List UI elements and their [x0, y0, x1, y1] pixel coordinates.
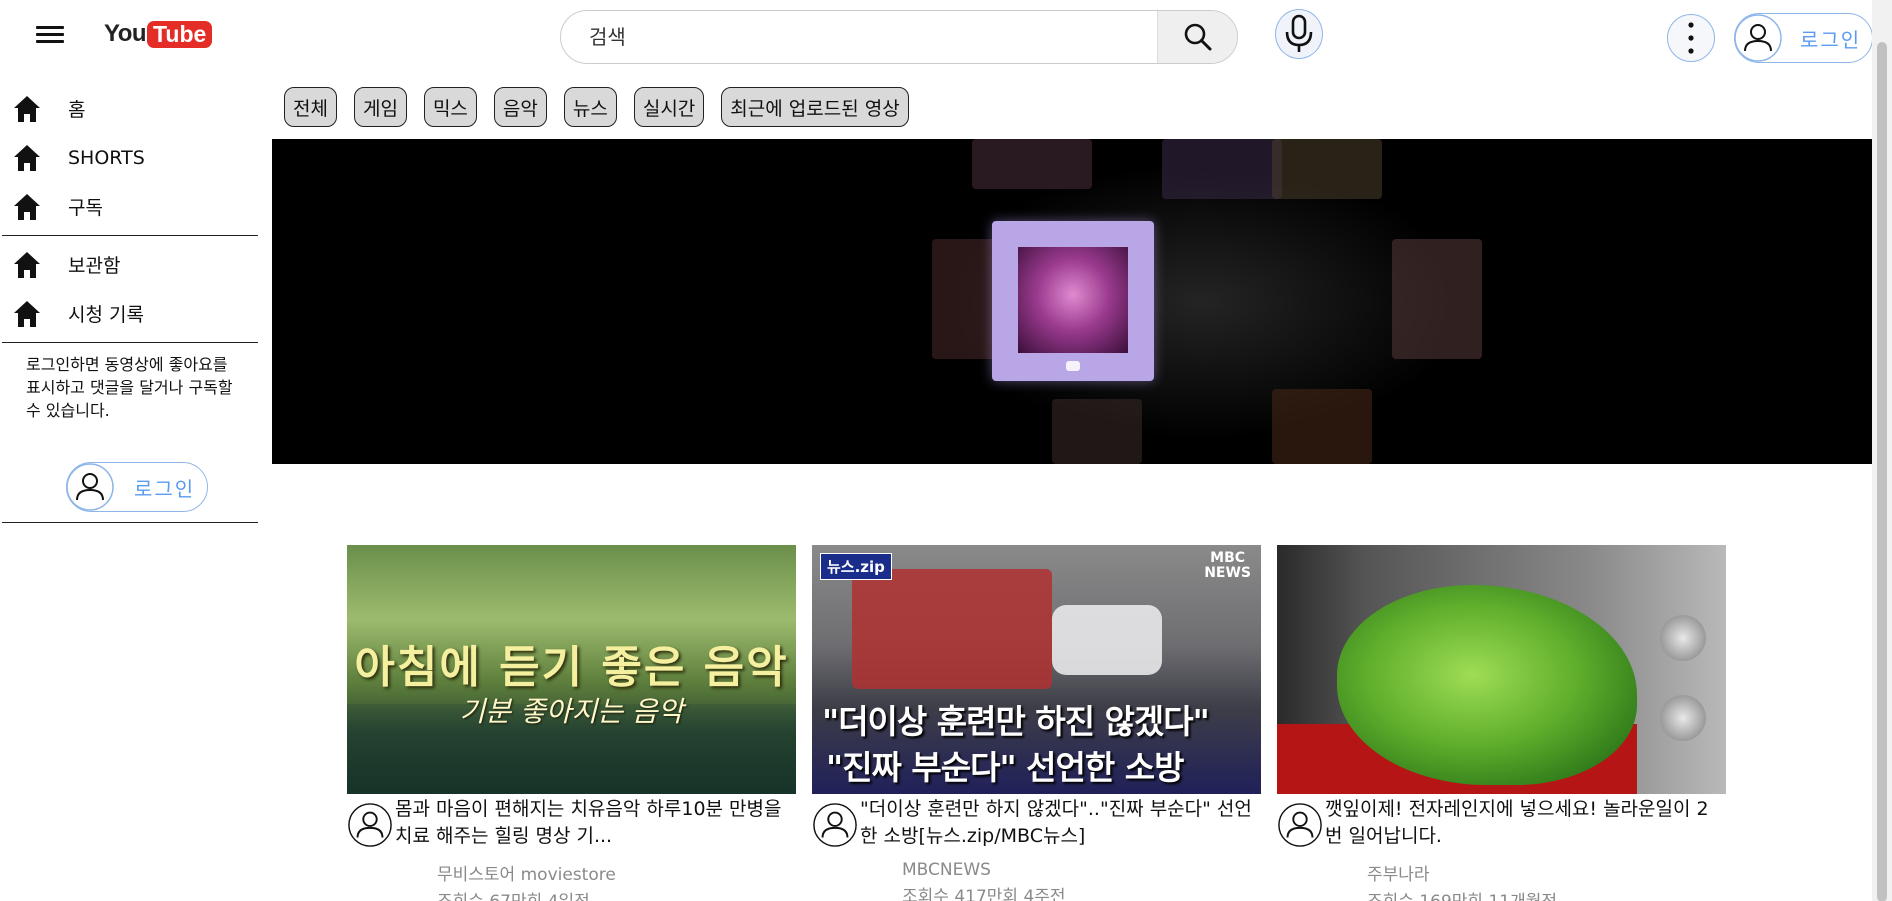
video-title[interactable]: 몸과 마음이 편해지는 치유음악 하루10분 만병을 치료 해주는 힐링 명상 … [395, 796, 796, 850]
thumbnail-leaves-image [1337, 585, 1637, 785]
video-card[interactable]: 깻잎이제! 전자레인지에 넣으세요! 놀라운일이 2번 일어납니다. 주부나라 … [1277, 545, 1726, 901]
mbc-logo-text: MBC [1210, 550, 1246, 566]
thumbnail-badge: 뉴스.zip [820, 553, 892, 580]
sidebar-item-label: 시청 기록 [68, 304, 144, 326]
thumbnail-car-image [1052, 605, 1162, 675]
chip-all[interactable]: 전체 [284, 87, 337, 127]
news-logo-text: NEWS [1204, 565, 1251, 581]
video-meta: 몸과 마음이 편해지는 치유음악 하루10분 만병을 치료 해주는 힐링 명상 … [347, 796, 796, 901]
mbc-news-logo: MBC NEWS [1204, 551, 1251, 581]
sidebar-item-label: 보관함 [68, 255, 121, 277]
video-stats: 조회수 169만회 11개월전 [1367, 887, 1726, 901]
video-stats: 조회수 417만회 4주전 [902, 887, 1066, 901]
video-thumbnail[interactable]: 아침에 듣기 좋은 음악 기분 좋아지는 음악 [347, 545, 796, 794]
channel-avatar-icon[interactable] [347, 802, 393, 848]
album-art-image [1018, 247, 1128, 353]
channel-name[interactable]: 무비스토어 moviestore [437, 860, 796, 885]
chip-live[interactable]: 실시간 [633, 87, 705, 127]
sidebar-item-home[interactable]: 홈 [0, 84, 258, 133]
search-bar [560, 10, 1238, 64]
youtube-page: You Tube 로그인 [0, 0, 1892, 901]
login-button-sidebar[interactable]: 로그인 [66, 462, 208, 512]
search-button[interactable] [1157, 11, 1237, 63]
video-thumbnail[interactable]: 뉴스.zip MBC NEWS "더이상 훈련만 하진 않겠다" "진짜 부순다… [812, 545, 1261, 794]
video-grid: 아침에 듣기 좋은 음악 기분 좋아지는 음악 몸과 마음이 편해지는 치유음악… [347, 545, 1726, 901]
channel-avatar-icon[interactable] [812, 802, 858, 848]
home-icon [14, 193, 40, 220]
scrollbar-thumb[interactable] [1877, 42, 1887, 901]
video-title[interactable]: "더이상 훈련만 하지 않겠다".."진짜 부순다" 선언한 소방[뉴스.zip… [860, 796, 1261, 850]
thumbnail-headline-1: "더이상 훈련만 하진 않겠다" [822, 702, 1210, 741]
vertical-dots-icon [1688, 22, 1694, 54]
thumbnail-subtitle-text: 기분 좋아지는 음악 [459, 695, 684, 728]
category-chips: 전체 게임 믹스 음악 뉴스 실시간 최근에 업로드된 영상 [284, 87, 909, 127]
chip-gaming[interactable]: 게임 [353, 87, 407, 127]
sidebar-divider [2, 342, 258, 343]
logo-text-tube: Tube [147, 20, 213, 48]
banner-collage-image [892, 139, 1512, 464]
microphone-icon [1285, 14, 1313, 52]
sidebar: 홈 SHORTS 구독 보관함 시청 기록 로그인하면 동영상에 좋아요를 표시… [0, 84, 258, 512]
featured-banner[interactable] [272, 139, 1872, 464]
page-scrollbar[interactable] [1872, 0, 1892, 901]
sidebar-bottom-divider [2, 522, 258, 523]
hamburger-menu-icon[interactable] [36, 22, 64, 48]
user-avatar-icon [66, 463, 114, 511]
thumbnail-headline-2: "진짜 부순다" 선언한 소방 [826, 748, 1184, 787]
sidebar-item-shorts[interactable]: SHORTS [0, 133, 258, 182]
more-options-button[interactable] [1667, 14, 1715, 62]
user-avatar-icon [1734, 14, 1782, 62]
home-icon [14, 144, 40, 171]
music-playlist-card [992, 221, 1154, 381]
chip-music[interactable]: 음악 [493, 87, 547, 127]
video-card[interactable]: 뉴스.zip MBC NEWS "더이상 훈련만 하진 않겠다" "진짜 부순다… [812, 545, 1261, 901]
sidebar-login-note: 로그인하면 동영상에 좋아요를 표시하고 댓글을 달거나 구독할 수 있습니다. [26, 355, 233, 420]
video-texts: "더이상 훈련만 하지 않겠다".."진짜 부순다" 선언한 소방[뉴스.zip… [860, 796, 1261, 901]
voice-search-button[interactable] [1275, 9, 1323, 59]
home-icon [14, 251, 40, 278]
search-input[interactable] [561, 11, 1157, 63]
chip-news[interactable]: 뉴스 [563, 87, 617, 127]
video-stats: 조회수 67만회 4일전 [437, 887, 796, 901]
home-icon [14, 95, 40, 122]
login-button-header[interactable]: 로그인 [1734, 13, 1873, 63]
sidebar-item-label: SHORTS [68, 146, 145, 169]
video-meta: "더이상 훈련만 하지 않겠다".."진짜 부순다" 선언한 소방[뉴스.zip… [812, 796, 1261, 901]
channel-name[interactable]: 주부나라 [1367, 860, 1726, 885]
channel-name[interactable]: MBCNEWS [902, 860, 1261, 880]
video-texts: 깻잎이제! 전자레인지에 넣으세요! 놀라운일이 2번 일어납니다. 주부나라 … [1325, 796, 1726, 901]
youtube-mini-icon [1066, 361, 1080, 371]
microwave-knob-image [1660, 695, 1706, 741]
login-label: 로그인 [134, 476, 196, 501]
home-icon [14, 300, 40, 327]
chip-mix[interactable]: 믹스 [423, 87, 477, 127]
sidebar-item-history[interactable]: 시청 기록 [0, 289, 258, 338]
sidebar-item-subscriptions[interactable]: 구독 [0, 182, 258, 231]
sidebar-item-library[interactable]: 보관함 [0, 240, 258, 289]
youtube-logo[interactable]: You Tube [104, 20, 213, 48]
channel-avatar-icon[interactable] [1277, 802, 1323, 848]
video-meta: 깻잎이제! 전자레인지에 넣으세요! 놀라운일이 2번 일어납니다. 주부나라 … [1277, 796, 1726, 901]
video-title[interactable]: 깻잎이제! 전자레인지에 넣으세요! 놀라운일이 2번 일어납니다. [1325, 796, 1726, 850]
video-texts: 몸과 마음이 편해지는 치유음악 하루10분 만병을 치료 해주는 힐링 명상 … [395, 796, 796, 901]
thumbnail-title-text: 아침에 듣기 좋은 음악 [354, 642, 789, 693]
sidebar-item-label: 홈 [68, 99, 86, 121]
search-icon [1184, 23, 1211, 51]
video-thumbnail[interactable] [1277, 545, 1726, 794]
microwave-knob-image [1660, 615, 1706, 661]
thumbnail-firetruck-image [852, 569, 1052, 689]
sidebar-divider [2, 235, 258, 236]
sidebar-item-label: 구독 [68, 197, 103, 219]
login-label: 로그인 [1800, 27, 1862, 52]
video-card[interactable]: 아침에 듣기 좋은 음악 기분 좋아지는 음악 몸과 마음이 편해지는 치유음악… [347, 545, 796, 901]
chip-recently-uploaded[interactable]: 최근에 업로드된 영상 [721, 87, 909, 127]
logo-text-you: You [104, 20, 147, 47]
